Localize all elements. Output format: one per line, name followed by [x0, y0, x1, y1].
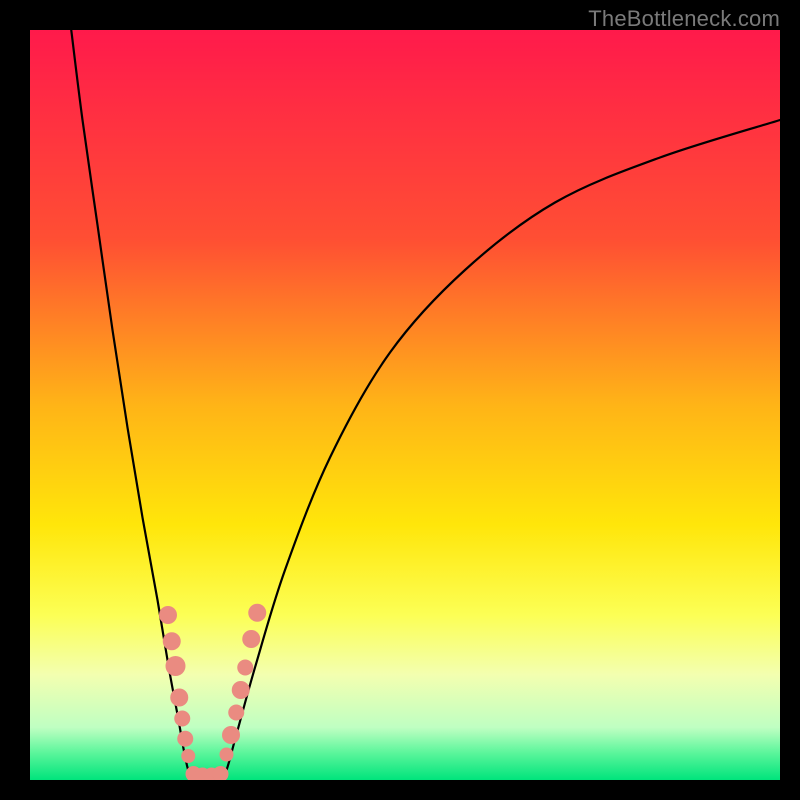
marker-group: [159, 604, 266, 780]
data-marker: [242, 630, 260, 648]
data-marker: [163, 632, 181, 650]
data-marker: [248, 604, 266, 622]
chart-frame: TheBottleneck.com: [0, 0, 800, 800]
curve-layer: [30, 30, 780, 780]
data-marker: [174, 711, 190, 727]
plot-area: [30, 30, 780, 780]
data-marker: [166, 656, 186, 676]
data-marker: [220, 748, 234, 762]
data-marker: [222, 726, 240, 744]
data-marker: [237, 660, 253, 676]
data-marker: [228, 705, 244, 721]
data-marker: [177, 731, 193, 747]
data-marker: [181, 749, 195, 763]
data-marker: [159, 606, 177, 624]
data-marker: [170, 689, 188, 707]
data-marker: [232, 681, 250, 699]
watermark-text: TheBottleneck.com: [588, 6, 780, 32]
